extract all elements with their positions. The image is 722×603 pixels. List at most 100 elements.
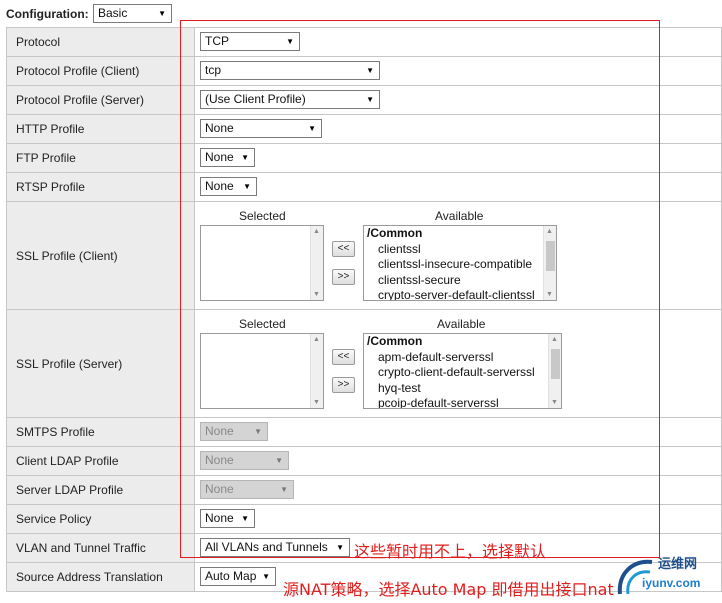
source-address-translation-select[interactable]: Auto Map ▼	[200, 567, 276, 586]
scroll-down-icon[interactable]: ▼	[551, 399, 558, 406]
ssl-client-selected-list[interactable]: ▲ ▼	[200, 225, 324, 301]
list-item[interactable]: clientssl-insecure-compatible	[364, 257, 556, 273]
watermark-site-name: 运维网	[658, 556, 698, 571]
smtps-profile-value: None	[205, 424, 234, 438]
row-ssl-profile-client: SSL Profile (Client) Selected Available …	[6, 201, 722, 310]
scrollbar[interactable]: ▲ ▼	[310, 226, 323, 300]
scroll-up-icon[interactable]: ▲	[313, 228, 320, 235]
row-protocol-profile-client: Protocol Profile (Client) tcp ▼	[6, 56, 722, 86]
scroll-down-icon[interactable]: ▼	[313, 291, 320, 298]
watermark: 运维网 iyunv.com	[612, 550, 722, 600]
rtsp-profile-value: None	[205, 179, 234, 193]
vlan-tunnel-traffic-value: All VLANs and Tunnels	[205, 540, 328, 554]
row-http-profile: HTTP Profile None ▼	[6, 114, 722, 144]
http-profile-select[interactable]: None ▼	[200, 119, 322, 138]
client-ldap-profile-label: Client LDAP Profile	[6, 446, 195, 476]
ssl-server-selected-heading: Selected	[239, 317, 286, 331]
chevron-down-icon: ▼	[241, 514, 249, 523]
row-client-ldap-profile: Client LDAP Profile None ▼	[6, 446, 722, 476]
list-item[interactable]: clientssl	[364, 242, 556, 258]
protocol-select[interactable]: TCP ▼	[200, 32, 300, 51]
ssl-server-selected-list[interactable]: ▲ ▼	[200, 333, 324, 409]
vlan-tunnel-traffic-label: VLAN and Tunnel Traffic	[6, 533, 195, 563]
annotation-note-defaults: 这些暂时用不上，选择默认	[354, 542, 547, 561]
list-item[interactable]: crypto-server-default-clientssl	[364, 288, 556, 300]
ssl-client-selected-heading: Selected	[239, 209, 286, 223]
scroll-up-icon[interactable]: ▲	[546, 228, 553, 235]
chevron-down-icon: ▼	[286, 37, 294, 46]
configuration-mode-value: Basic	[98, 6, 128, 20]
row-protocol-profile-server: Protocol Profile (Server) (Use Client Pr…	[6, 85, 722, 115]
annotation-note-snat: 源NAT策略，选择Auto Map 即借用出接口nat	[283, 580, 614, 599]
chevron-down-icon: ▼	[275, 456, 283, 465]
list-item[interactable]: apm-default-serverssl	[364, 350, 561, 366]
http-profile-label: HTTP Profile	[6, 114, 195, 144]
scroll-down-icon[interactable]: ▼	[546, 291, 553, 298]
server-ldap-profile-label: Server LDAP Profile	[6, 475, 195, 505]
configuration-header: Configuration:	[6, 4, 93, 24]
row-smtps-profile: SMTPS Profile None ▼	[6, 417, 722, 447]
scroll-down-icon[interactable]: ▼	[313, 399, 320, 406]
protocol-profile-client-label: Protocol Profile (Client)	[6, 56, 195, 86]
chevron-down-icon: ▼	[158, 9, 166, 18]
scroll-up-icon[interactable]: ▲	[313, 336, 320, 343]
vlan-tunnel-traffic-select[interactable]: All VLANs and Tunnels ▼	[200, 538, 350, 557]
server-ldap-profile-select: None ▼	[200, 480, 294, 499]
ssl-client-available-list[interactable]: /Common clientssl clientssl-insecure-com…	[363, 225, 557, 301]
scroll-thumb[interactable]	[551, 349, 560, 379]
chevron-down-icon: ▼	[280, 485, 288, 494]
protocol-profile-server-label: Protocol Profile (Server)	[6, 85, 195, 115]
add-ssl-client-button[interactable]: <<	[332, 241, 355, 257]
scrollbar[interactable]: ▲ ▼	[310, 334, 323, 408]
watermark-logo-icon	[617, 559, 653, 595]
list-group-header[interactable]: /Common	[364, 334, 561, 350]
chevron-down-icon: ▼	[336, 543, 344, 552]
remove-ssl-server-button[interactable]: >>	[332, 377, 355, 393]
remove-ssl-client-button[interactable]: >>	[332, 269, 355, 285]
chevron-down-icon: ▼	[243, 182, 251, 191]
row-ftp-profile: FTP Profile None ▼	[6, 143, 722, 173]
add-ssl-server-button[interactable]: <<	[332, 349, 355, 365]
rtsp-profile-label: RTSP Profile	[6, 172, 195, 202]
ssl-client-picker: Selected Available ▲ ▼ << >> /Common cli…	[195, 202, 721, 309]
source-address-translation-label: Source Address Translation	[6, 562, 195, 592]
row-ssl-profile-server: SSL Profile (Server) Selected Available …	[6, 309, 722, 418]
ftp-profile-select[interactable]: None ▼	[200, 148, 255, 167]
ssl-profile-client-label: SSL Profile (Client)	[6, 201, 195, 310]
list-item[interactable]: hyq-test	[364, 381, 561, 397]
ssl-profile-server-label: SSL Profile (Server)	[6, 309, 195, 418]
ftp-profile-label: FTP Profile	[6, 143, 195, 173]
protocol-profile-server-select[interactable]: (Use Client Profile) ▼	[200, 90, 380, 109]
row-service-policy: Service Policy None ▼	[6, 504, 722, 534]
list-item[interactable]: clientssl-secure	[364, 273, 556, 289]
scrollbar[interactable]: ▲ ▼	[548, 334, 561, 408]
chevron-down-icon: ▼	[366, 66, 374, 75]
chevron-down-icon: ▼	[262, 572, 270, 581]
protocol-label: Protocol	[6, 27, 195, 57]
ssl-server-picker: Selected Available ▲ ▼ << >> /Common apm…	[195, 310, 721, 417]
scroll-thumb[interactable]	[546, 241, 555, 271]
list-group-header[interactable]: /Common	[364, 226, 556, 242]
service-policy-select[interactable]: None ▼	[200, 509, 255, 528]
chevron-down-icon: ▼	[241, 153, 249, 162]
smtps-profile-label: SMTPS Profile	[6, 417, 195, 447]
smtps-profile-select: None ▼	[200, 422, 268, 441]
protocol-profile-server-value: (Use Client Profile)	[205, 92, 306, 106]
virtual-server-config-table: Protocol TCP ▼ Protocol Profile (Client)…	[6, 27, 722, 592]
scrollbar[interactable]: ▲ ▼	[543, 226, 556, 300]
configuration-mode-select[interactable]: Basic ▼	[93, 4, 172, 23]
ssl-server-available-list[interactable]: /Common apm-default-serverssl crypto-cli…	[363, 333, 562, 409]
protocol-value: TCP	[205, 34, 229, 48]
rtsp-profile-select[interactable]: None ▼	[200, 177, 257, 196]
list-item[interactable]: pcoip-default-serverssl	[364, 396, 561, 408]
chevron-down-icon: ▼	[366, 95, 374, 104]
protocol-profile-client-select[interactable]: tcp ▼	[200, 61, 380, 80]
configuration-label: Configuration:	[6, 7, 89, 21]
ssl-client-available-heading: Available	[435, 209, 484, 223]
server-ldap-profile-value: None	[205, 482, 234, 496]
chevron-down-icon: ▼	[254, 427, 262, 436]
service-policy-label: Service Policy	[6, 504, 195, 534]
scroll-up-icon[interactable]: ▲	[551, 336, 558, 343]
list-item[interactable]: crypto-client-default-serverssl	[364, 365, 561, 381]
service-policy-value: None	[205, 511, 234, 525]
